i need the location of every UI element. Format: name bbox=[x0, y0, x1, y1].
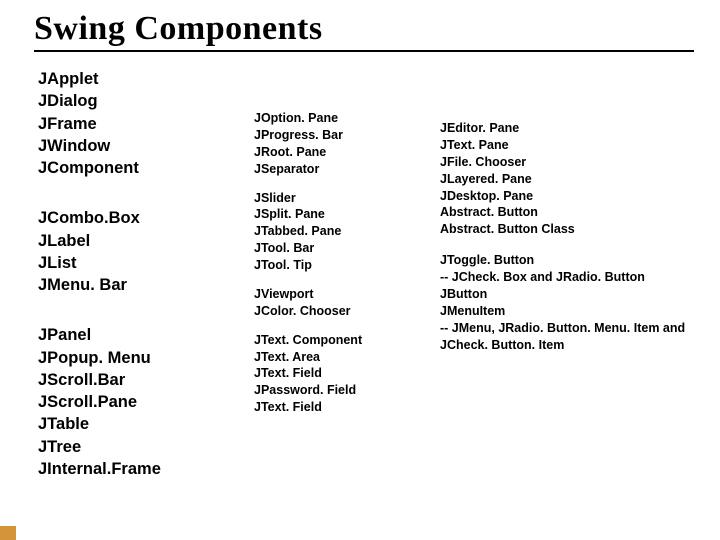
list-item: JMenu. Bar bbox=[38, 274, 218, 296]
list-item: JTool. Bar bbox=[254, 240, 430, 257]
list-item: JText. Component bbox=[254, 332, 430, 349]
list-item: -- JMenu, JRadio. Button. Menu. Item and… bbox=[440, 320, 700, 354]
page-title: Swing Components bbox=[34, 10, 323, 48]
col2-group-4: JText. Component JText. Area JText. Fiel… bbox=[254, 332, 430, 416]
list-item: JText. Field bbox=[254, 365, 430, 382]
col2-group-3: JViewport JColor. Chooser bbox=[254, 286, 430, 320]
list-item: JPassword. Field bbox=[254, 382, 430, 399]
list-item: Abstract. Button bbox=[440, 204, 700, 221]
corner-accent bbox=[0, 526, 16, 540]
list-item: JPopup. Menu bbox=[38, 347, 218, 369]
list-item: JTree bbox=[38, 436, 218, 458]
list-item: JTool. Tip bbox=[254, 257, 430, 274]
list-item: JTable bbox=[38, 413, 218, 435]
list-item: JSeparator bbox=[254, 161, 430, 178]
col2-group-1: JOption. Pane JProgress. Bar JRoot. Pane… bbox=[254, 110, 430, 178]
list-item: JFrame bbox=[38, 113, 218, 135]
col2-group-2: JSlider JSplit. Pane JTabbed. Pane JTool… bbox=[254, 190, 430, 274]
list-item: JLayered. Pane bbox=[440, 171, 700, 188]
col1-group-1: JApplet JDialog JFrame JWindow JComponen… bbox=[38, 68, 218, 179]
list-item: JMenuItem bbox=[440, 303, 700, 320]
list-item: JPanel bbox=[38, 324, 218, 346]
list-item: -- JCheck. Box and JRadio. Button bbox=[440, 269, 700, 286]
list-item: JColor. Chooser bbox=[254, 303, 430, 320]
list-item: JText. Field bbox=[254, 399, 430, 416]
list-item: JLabel bbox=[38, 230, 218, 252]
list-item: JComponent bbox=[38, 157, 218, 179]
list-item: JSlider bbox=[254, 190, 430, 207]
col3-group-1: JEditor. Pane JText. Pane JFile. Chooser… bbox=[440, 120, 700, 238]
list-item: JInternal.Frame bbox=[38, 458, 218, 480]
title-underline bbox=[34, 50, 694, 52]
list-item: JRoot. Pane bbox=[254, 144, 430, 161]
list-item: JDialog bbox=[38, 90, 218, 112]
column-3: JEditor. Pane JText. Pane JFile. Chooser… bbox=[440, 120, 700, 367]
list-item: JOption. Pane bbox=[254, 110, 430, 127]
col1-group-3: JPanel JPopup. Menu JScroll.Bar JScroll.… bbox=[38, 324, 218, 480]
list-item: JCombo.Box bbox=[38, 207, 218, 229]
list-item: JViewport bbox=[254, 286, 430, 303]
list-item: Abstract. Button Class bbox=[440, 221, 700, 238]
list-item: JScroll.Pane bbox=[38, 391, 218, 413]
list-item: JTabbed. Pane bbox=[254, 223, 430, 240]
column-1: JApplet JDialog JFrame JWindow JComponen… bbox=[38, 68, 218, 508]
list-item: JDesktop. Pane bbox=[440, 188, 700, 205]
list-item: JToggle. Button bbox=[440, 252, 700, 269]
column-2: JOption. Pane JProgress. Bar JRoot. Pane… bbox=[254, 110, 430, 428]
list-item: JText. Area bbox=[254, 349, 430, 366]
list-item: JScroll.Bar bbox=[38, 369, 218, 391]
col1-group-2: JCombo.Box JLabel JList JMenu. Bar bbox=[38, 207, 218, 296]
list-item: JEditor. Pane bbox=[440, 120, 700, 137]
list-item: JText. Pane bbox=[440, 137, 700, 154]
list-item: JSplit. Pane bbox=[254, 206, 430, 223]
list-item: JFile. Chooser bbox=[440, 154, 700, 171]
list-item: JWindow bbox=[38, 135, 218, 157]
col3-group-2: JToggle. Button -- JCheck. Box and JRadi… bbox=[440, 252, 700, 353]
list-item: JApplet bbox=[38, 68, 218, 90]
list-item: JButton bbox=[440, 286, 700, 303]
list-item: JProgress. Bar bbox=[254, 127, 430, 144]
list-item: JList bbox=[38, 252, 218, 274]
